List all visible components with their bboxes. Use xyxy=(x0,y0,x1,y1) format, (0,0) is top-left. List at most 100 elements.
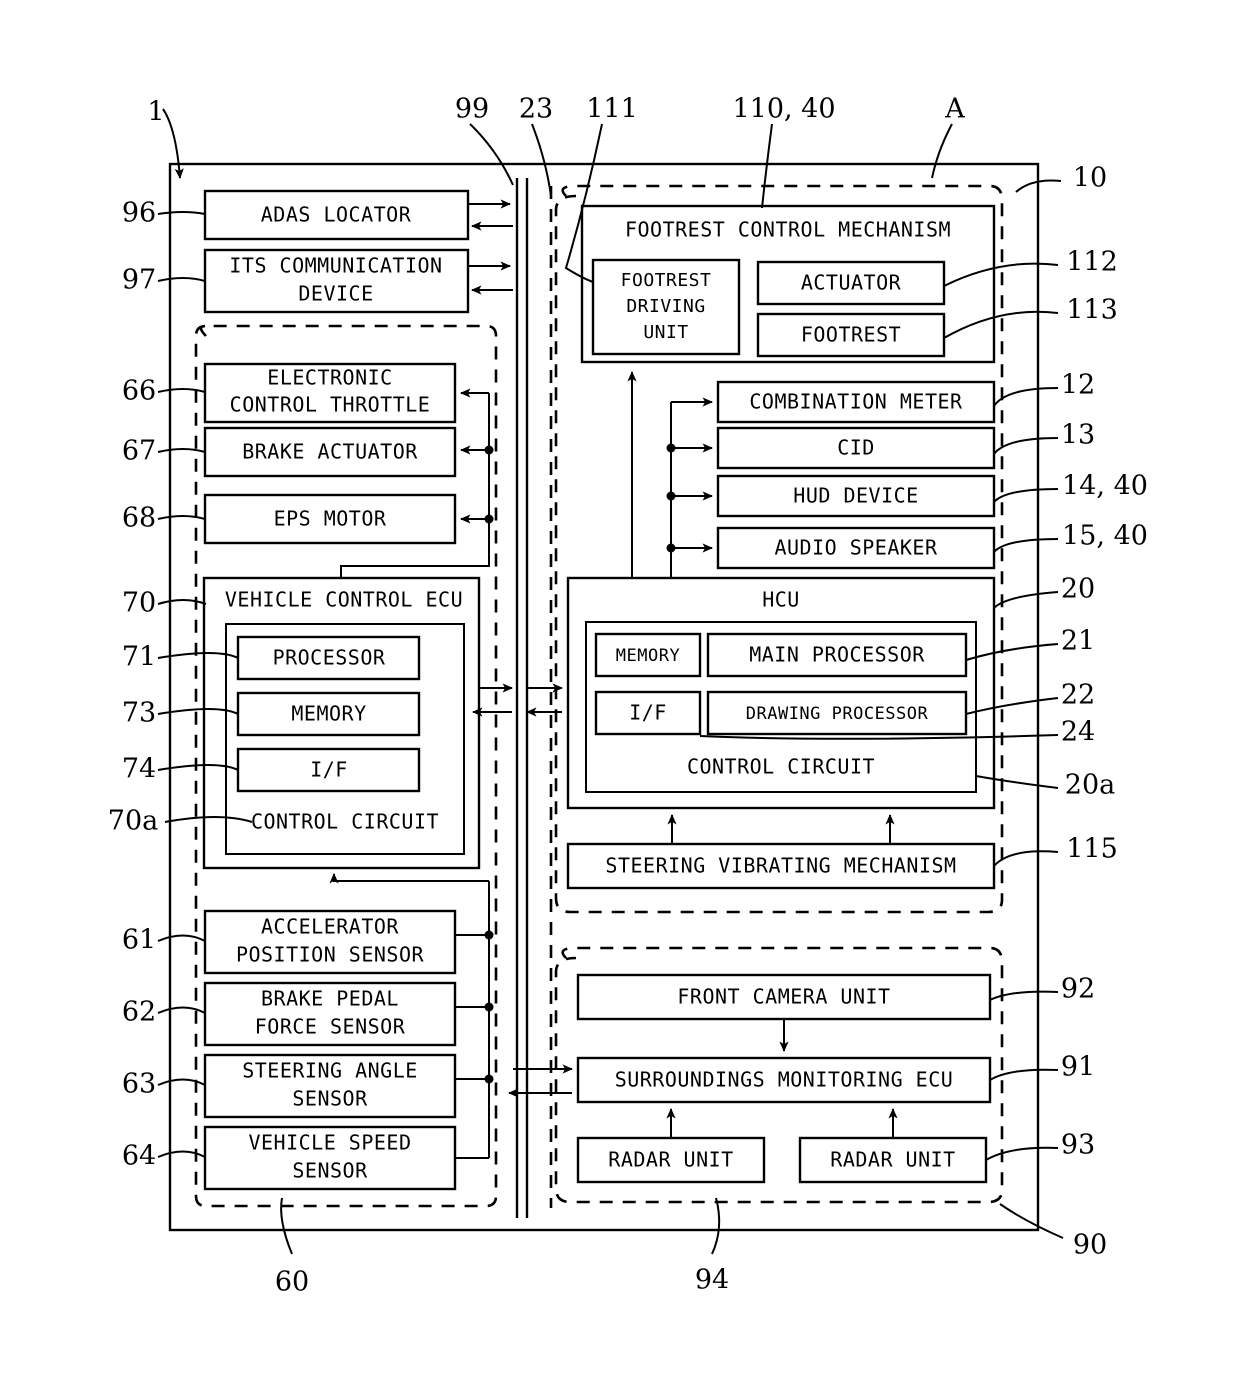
footrest-label: FOOTREST xyxy=(801,323,901,347)
hcu-memory-label: MEMORY xyxy=(616,646,680,666)
ref-64: 64 xyxy=(122,1141,156,1172)
ref-67: 67 xyxy=(122,436,156,467)
ref-74: 74 xyxy=(122,754,156,785)
lead-68 xyxy=(157,515,206,520)
lead-13 xyxy=(993,437,1059,455)
lead-96 xyxy=(157,211,206,215)
radar-unit-right-label: RADAR UNIT xyxy=(830,1148,955,1172)
lead-64 xyxy=(157,1150,206,1158)
surroundings-monitoring-ecu-label: SURROUNDINGS MONITORING ECU xyxy=(615,1068,954,1092)
ref-70a: 70a xyxy=(108,806,158,837)
lead-115 xyxy=(993,850,1059,867)
ref-23: 23 xyxy=(519,94,553,125)
accelerator-position-sensor-label-1: ACCELERATOR xyxy=(261,915,399,939)
lead-1 xyxy=(162,108,184,179)
junction-cid xyxy=(666,443,676,453)
accelerator-position-sensor-label-2: POSITION SENSOR xyxy=(236,943,425,967)
ref-112: 112 xyxy=(1066,247,1118,278)
conn-sensor-trunk-to-ecu xyxy=(329,873,489,884)
ref-62: 62 xyxy=(122,997,156,1028)
lead-93 xyxy=(985,1146,1059,1161)
patent-figure-canvas: ADAS LOCATOR ITS COMMUNICATION DEVICE EL… xyxy=(0,0,1240,1386)
radar-unit-left-label: RADAR UNIT xyxy=(608,1148,733,1172)
ref-71: 71 xyxy=(122,642,156,673)
lead-20 xyxy=(993,591,1059,609)
ref-14: 14, 40 xyxy=(1062,471,1148,502)
ecu-control-circuit-label: CONTROL CIRCUIT xyxy=(251,810,439,834)
ecu-if-label: I/F xyxy=(310,758,348,782)
ref-A: A xyxy=(944,94,965,125)
steering-angle-sensor-label-1: STEERING ANGLE xyxy=(242,1059,418,1083)
brake-pedal-force-sensor-label-1: BRAKE PEDAL xyxy=(261,987,399,1011)
ref-68: 68 xyxy=(122,503,156,534)
drawing-processor-label: DRAWING PROCESSOR xyxy=(746,704,929,724)
ref-94: 94 xyxy=(695,1265,729,1296)
lead-20a xyxy=(975,775,1059,789)
lead-110 xyxy=(761,123,773,209)
lead-67 xyxy=(157,448,206,453)
vehicle-speed-sensor-label-2: SENSOR xyxy=(292,1159,368,1183)
lead-21 xyxy=(965,643,1059,661)
ref-66: 66 xyxy=(122,376,156,407)
lead-91 xyxy=(989,1068,1059,1081)
ref-115: 115 xyxy=(1066,834,1118,865)
lead-70 xyxy=(157,599,207,605)
lead-90 xyxy=(999,1203,1064,1239)
vehicle-speed-sensor-label-1: VEHICLE SPEED xyxy=(248,1131,411,1155)
its-communication-device-label-1: ITS COMMUNICATION xyxy=(229,254,442,278)
lead-111 xyxy=(564,123,603,283)
hcu-if-label: I/F xyxy=(629,701,667,725)
lead-70a xyxy=(164,816,253,823)
cid-label: CID xyxy=(837,436,875,460)
its-communication-device-label-2: DEVICE xyxy=(298,282,373,306)
ref-60: 60 xyxy=(275,1267,309,1298)
footrest-control-mechanism-label: FOOTREST CONTROL MECHANISM xyxy=(625,218,951,242)
lead-99 xyxy=(469,123,514,186)
junction-audio xyxy=(666,543,676,553)
ref-22: 22 xyxy=(1061,680,1095,711)
ref-20a: 20a xyxy=(1065,770,1115,801)
junction-steerang xyxy=(484,1074,494,1084)
ref-24: 24 xyxy=(1061,717,1095,748)
ref-96: 96 xyxy=(122,198,156,229)
electronic-control-throttle-label-1: ELECTRONIC xyxy=(267,366,392,390)
ref-10: 10 xyxy=(1073,163,1107,194)
lead-15 xyxy=(993,538,1059,553)
ref-73: 73 xyxy=(122,698,156,729)
lead-23 xyxy=(531,123,552,197)
ref-111: 111 xyxy=(586,94,638,125)
lead-92 xyxy=(989,990,1059,1001)
ref-93: 93 xyxy=(1061,1130,1095,1161)
hcu-label: HCU xyxy=(762,588,800,612)
vehicle-control-ecu-label: VEHICLE CONTROL ECU xyxy=(225,588,463,612)
electronic-control-throttle-label-2: CONTROL THROTTLE xyxy=(230,393,431,417)
lead-61 xyxy=(157,934,206,942)
lead-A xyxy=(931,123,953,179)
ref-92: 92 xyxy=(1061,974,1095,1005)
ref-20: 20 xyxy=(1061,574,1095,605)
lead-66 xyxy=(157,388,206,393)
ref-63: 63 xyxy=(122,1069,156,1100)
junction-brakeped xyxy=(484,1002,494,1012)
steering-vibrating-mechanism-label: STEERING VIBRATING MECHANISM xyxy=(605,854,956,878)
ref-13: 13 xyxy=(1061,420,1095,451)
lead-12 xyxy=(993,387,1059,407)
steering-angle-sensor-label-2: SENSOR xyxy=(292,1087,368,1111)
audio-speaker-label: AUDIO SPEAKER xyxy=(774,536,937,560)
ref-90: 90 xyxy=(1073,1230,1107,1261)
junction-accel xyxy=(484,930,494,940)
ref-99: 99 xyxy=(455,94,489,125)
footrest-driving-unit-label-1: FOOTREST xyxy=(621,270,712,291)
hcu-control-circuit-label: CONTROL CIRCUIT xyxy=(687,755,875,779)
main-processor-label: MAIN PROCESSOR xyxy=(749,643,925,667)
processor-label: PROCESSOR xyxy=(273,646,386,670)
ref-97: 97 xyxy=(122,265,156,296)
lead-94 xyxy=(711,1197,721,1255)
lead-63 xyxy=(157,1078,206,1086)
ecu-memory-label: MEMORY xyxy=(291,702,366,726)
actuator-label: ACTUATOR xyxy=(801,271,902,295)
junction-brake xyxy=(484,445,494,455)
ref-1: 1 xyxy=(147,97,164,128)
brake-pedal-force-sensor-label-2: FORCE SENSOR xyxy=(255,1015,406,1039)
ref-91: 91 xyxy=(1061,1052,1095,1083)
